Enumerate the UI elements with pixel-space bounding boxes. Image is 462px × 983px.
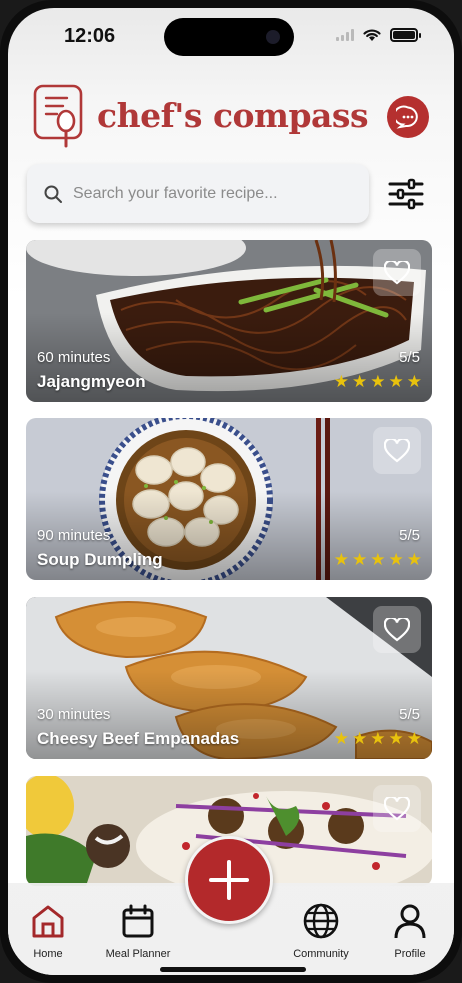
recipe-score: 5/5 <box>399 706 420 723</box>
star-icon: ★ <box>406 372 422 391</box>
star-icon: ★ <box>406 550 422 569</box>
heart-icon <box>384 617 410 641</box>
nav-profile[interactable]: Profile <box>370 903 450 960</box>
nav-meal-planner[interactable]: Meal Planner <box>98 903 178 960</box>
recipe-card[interactable]: 60 minutes Jajangmyeon 5/5 ★ ★ ★ ★ ★ <box>26 240 432 402</box>
chat-button[interactable] <box>387 96 429 138</box>
recipe-score: 5/5 <box>399 349 420 366</box>
signal-icon <box>336 28 354 41</box>
recipe-name: Soup Dumpling <box>37 550 163 569</box>
star-icon: ★ <box>333 372 349 391</box>
battery-icon <box>390 27 421 42</box>
search-bar[interactable] <box>27 164 369 223</box>
star-icon: ★ <box>370 372 386 391</box>
recipe-card[interactable]: 30 minutes Cheesy Beef Empanadas 5/5 ★ ★ ★… <box>26 597 432 759</box>
status-time: 12:06 <box>64 25 116 47</box>
nav-home-label: Home <box>33 948 63 960</box>
device-frame: 12:06 chef's compass Search your favorit… <box>0 0 462 983</box>
sliders-icon[interactable] <box>388 178 424 210</box>
home-icon <box>32 905 64 938</box>
heart-icon <box>384 438 410 462</box>
nav-community-label: Community <box>293 948 349 960</box>
star-icon: ★ <box>388 729 404 748</box>
star-rating: ★ ★ ★ ★ ★ <box>334 551 422 568</box>
star-icon: ★ <box>333 550 349 569</box>
star-icon: ★ <box>352 372 368 391</box>
recipe-time: 90 minutes <box>37 527 111 544</box>
star-icon: ★ <box>388 550 404 569</box>
brand-title: chef's compass <box>97 96 369 135</box>
nav-profile-label: Profile <box>394 948 426 960</box>
favorite-button[interactable] <box>373 785 421 832</box>
star-icon: ★ <box>370 550 386 569</box>
heart-icon <box>384 260 410 284</box>
calendar-icon <box>122 904 154 938</box>
star-icon: ★ <box>370 729 386 748</box>
user-icon <box>394 904 426 939</box>
star-rating: ★ ★ ★ ★ ★ <box>334 373 422 390</box>
favorite-button[interactable] <box>373 249 421 296</box>
globe-icon <box>303 903 339 939</box>
plus-icon <box>209 860 249 900</box>
star-icon: ★ <box>333 729 349 748</box>
wifi-icon <box>363 29 381 41</box>
dynamic-island <box>164 18 294 56</box>
star-icon: ★ <box>406 729 422 748</box>
heart-icon <box>384 796 410 820</box>
status-icons <box>336 27 421 42</box>
add-recipe-button[interactable] <box>185 836 273 924</box>
star-icon: ★ <box>352 550 368 569</box>
recipe-time: 60 minutes <box>37 349 111 366</box>
chat-icon <box>396 105 418 129</box>
recipe-score: 5/5 <box>399 527 420 544</box>
home-indicator <box>160 967 306 972</box>
recipe-time: 30 minutes <box>37 706 111 723</box>
recipe-name: Cheesy Beef Empanadas <box>37 729 240 748</box>
app-screen: 12:06 chef's compass Search your favorit… <box>8 8 454 975</box>
recipe-card[interactable]: 90 minutes Soup Dumpling 5/5 ★ ★ ★ ★ ★ <box>26 418 432 580</box>
star-icon: ★ <box>388 372 404 391</box>
favorite-button[interactable] <box>373 427 421 474</box>
favorite-button[interactable] <box>373 606 421 653</box>
nav-meal-planner-label: Meal Planner <box>105 948 171 960</box>
star-rating: ★ ★ ★ ★ ★ <box>334 730 422 747</box>
logo-icon <box>33 84 83 148</box>
recipe-name: Jajangmyeon <box>37 372 146 391</box>
nav-community[interactable]: Community <box>281 903 361 960</box>
nav-home[interactable]: Home <box>8 903 88 960</box>
star-icon: ★ <box>352 729 368 748</box>
search-icon <box>44 185 62 203</box>
search-input[interactable] <box>73 184 333 203</box>
